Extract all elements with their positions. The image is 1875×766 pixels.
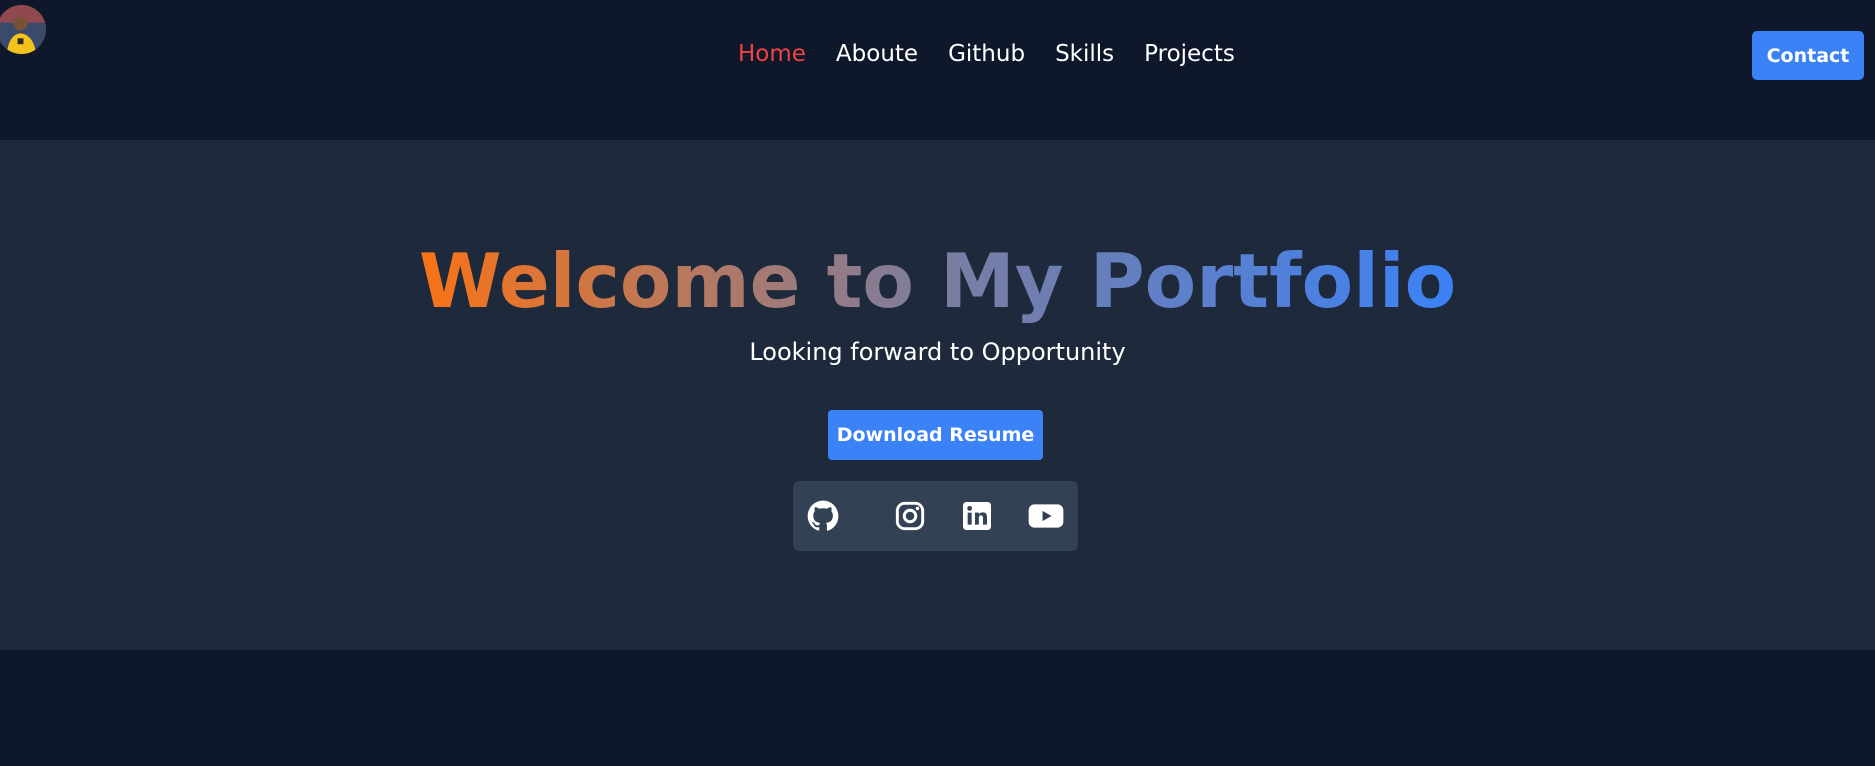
page-bottom-band <box>0 650 1875 766</box>
hero-section: Welcome to My Portfolio Looking forward … <box>0 140 1875 650</box>
youtube-icon[interactable] <box>1028 499 1064 533</box>
main-nav: Home Aboute Github Skills Projects <box>738 36 1235 72</box>
linkedin-icon[interactable] <box>960 499 994 533</box>
nav-item-about[interactable]: Aboute <box>836 36 918 72</box>
social-links-bar <box>793 481 1078 551</box>
hero-subtitle: Looking forward to Opportunity <box>749 338 1126 366</box>
contact-button[interactable]: Contact <box>1752 31 1864 80</box>
nav-item-skills[interactable]: Skills <box>1055 36 1114 72</box>
github-icon[interactable] <box>806 499 840 533</box>
download-resume-button[interactable]: Download Resume <box>828 410 1043 460</box>
hero-title: Welcome to My Portfolio <box>0 236 1875 326</box>
site-header: Home Aboute Github Skills Projects Conta… <box>0 0 1875 140</box>
instagram-icon[interactable] <box>893 499 927 533</box>
hero-title-text: Welcome to My Portfolio <box>418 237 1457 325</box>
nav-item-home[interactable]: Home <box>738 36 806 72</box>
avatar[interactable] <box>0 5 46 54</box>
nav-item-github[interactable]: Github <box>948 36 1025 72</box>
nav-item-projects[interactable]: Projects <box>1144 36 1235 72</box>
